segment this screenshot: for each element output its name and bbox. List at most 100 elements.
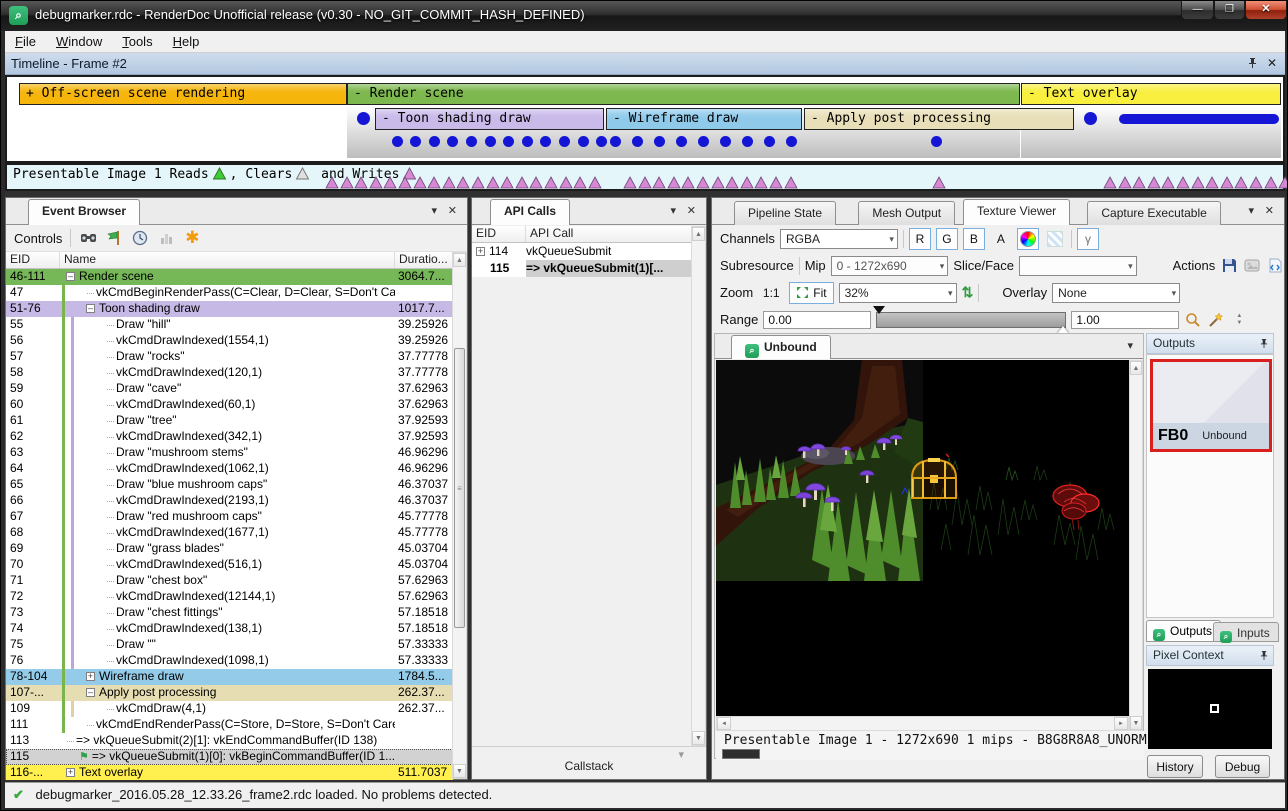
scroll-right-icon[interactable]: ► bbox=[1114, 717, 1128, 730]
timeline-bar[interactable]: - Render scene bbox=[347, 83, 1020, 105]
colorwheel-button[interactable] bbox=[1017, 228, 1039, 250]
event-row[interactable]: 74····vkCmdDrawIndexed(138,1)57.18518 bbox=[6, 621, 453, 637]
title-bar[interactable]: ⌕ debugmarker.rdc - RenderDoc Unofficial… bbox=[1, 1, 1288, 31]
texture-horizontal-scrollbar[interactable]: ◄ ► bbox=[716, 716, 1129, 731]
api-calls-scrollbar[interactable]: ▲ ▼ bbox=[691, 226, 706, 746]
draw-event-dot[interactable] bbox=[764, 136, 775, 147]
minimize-button[interactable]: — bbox=[1181, 1, 1214, 20]
maximize-button[interactable]: ❐ bbox=[1214, 1, 1245, 20]
timeline-bar[interactable]: + Off-screen scene rendering bbox=[19, 83, 347, 105]
event-row[interactable]: 47····vkCmdBeginRenderPass(C=Clear, D=Cl… bbox=[6, 285, 453, 301]
tab-unbound-texture[interactable]: ⌕Unbound bbox=[731, 335, 831, 359]
event-row[interactable]: 75····Draw ""57.33333 bbox=[6, 637, 453, 653]
tab-mesh-output[interactable]: Mesh Output bbox=[858, 201, 955, 225]
event-browser-column-header[interactable]: EID Name Duratio... bbox=[6, 252, 453, 269]
debug-button[interactable]: Debug bbox=[1215, 755, 1270, 778]
event-row[interactable]: 60····vkCmdDrawIndexed(60,1)37.62963 bbox=[6, 397, 453, 413]
timeline-bar[interactable]: - Text overlay bbox=[1021, 83, 1281, 105]
draw-event-dot[interactable] bbox=[429, 136, 440, 147]
range-max-input[interactable]: 1.00 bbox=[1071, 311, 1179, 329]
menu-file[interactable]: File bbox=[5, 31, 46, 52]
collapse-icon[interactable]: – bbox=[66, 272, 75, 281]
event-row[interactable]: 107-...–Apply post processing262.37... bbox=[6, 685, 453, 701]
event-row[interactable]: 46-111–Render scene3064.7... bbox=[6, 269, 453, 285]
tab-capture-executable[interactable]: Capture Executable bbox=[1087, 201, 1220, 225]
panel-close-icon[interactable]: ✕ bbox=[448, 205, 457, 217]
event-row[interactable]: 63····Draw "mushroom stems"46.96296 bbox=[6, 445, 453, 461]
event-row[interactable]: 56····vkCmdDrawIndexed(1554,1)39.25926 bbox=[6, 333, 453, 349]
draw-event-dot[interactable] bbox=[742, 136, 753, 147]
draw-event-dot[interactable] bbox=[559, 136, 570, 147]
close-icon[interactable]: ✕ bbox=[1267, 57, 1277, 69]
custom-action-asterisk-icon[interactable]: ✱ bbox=[183, 229, 201, 247]
draw-event-dot[interactable] bbox=[931, 136, 942, 147]
draw-event-dot[interactable] bbox=[447, 136, 458, 147]
tab-api-calls[interactable]: API Calls bbox=[490, 199, 570, 225]
expand-icon[interactable]: + bbox=[66, 768, 75, 777]
column-duration[interactable]: Duratio... bbox=[395, 252, 453, 268]
tab-texture-viewer[interactable]: Texture Viewer bbox=[963, 199, 1070, 225]
menu-window[interactable]: Window bbox=[46, 31, 112, 52]
texture-image-viewport[interactable] bbox=[716, 360, 1129, 716]
history-button[interactable]: History bbox=[1147, 755, 1203, 778]
timeline-bar[interactable]: - Apply post processing bbox=[804, 108, 1074, 130]
panel-menu-icon[interactable]: ▾ bbox=[1248, 205, 1254, 217]
pin-icon[interactable] bbox=[1260, 650, 1268, 662]
menu-tools[interactable]: Tools bbox=[112, 31, 162, 52]
alpha-checker-button[interactable] bbox=[1044, 228, 1066, 250]
scroll-left-icon[interactable]: ◄ bbox=[717, 717, 731, 730]
green-channel-button[interactable]: G bbox=[936, 228, 958, 250]
texture-vertical-scrollbar[interactable]: ▲ ▼ bbox=[1129, 360, 1143, 731]
draw-event-dot[interactable] bbox=[540, 136, 551, 147]
draw-event-dot[interactable] bbox=[610, 136, 621, 147]
channels-select[interactable]: RGBA bbox=[780, 229, 898, 249]
event-row[interactable]: 64····vkCmdDrawIndexed(1062,1)46.96296 bbox=[6, 461, 453, 477]
spinner-down-icon[interactable]: ▼ bbox=[1236, 320, 1242, 326]
blue-channel-button[interactable]: B bbox=[963, 228, 985, 250]
draw-event-dot[interactable] bbox=[720, 136, 731, 147]
collapse-icon[interactable]: – bbox=[86, 304, 95, 313]
expand-icon[interactable]: + bbox=[476, 247, 485, 256]
pin-icon[interactable] bbox=[1248, 57, 1257, 70]
range-slider[interactable] bbox=[876, 312, 1066, 328]
event-row[interactable]: 55····Draw "hill"39.25926 bbox=[6, 317, 453, 333]
draw-event-dot[interactable] bbox=[698, 136, 709, 147]
draw-event-dot[interactable] bbox=[1084, 112, 1097, 125]
scroll-up-icon[interactable]: ▲ bbox=[1130, 361, 1142, 375]
alpha-channel-button[interactable]: A bbox=[990, 228, 1012, 250]
range-min-input[interactable]: 0.00 bbox=[763, 311, 871, 329]
draw-event-dot[interactable] bbox=[632, 136, 643, 147]
time-draws-clock-icon[interactable] bbox=[131, 229, 149, 247]
scrollbar-thumb[interactable]: ≡ bbox=[454, 348, 465, 628]
event-row[interactable]: 70····vkCmdDrawIndexed(516,1)45.03704 bbox=[6, 557, 453, 573]
expand-icon[interactable]: + bbox=[86, 672, 95, 681]
mip-select[interactable]: 0 - 1272x690 bbox=[831, 256, 949, 276]
open-texture-list-icon[interactable] bbox=[1266, 257, 1284, 275]
event-row[interactable]: 58····vkCmdDrawIndexed(120,1)37.77778 bbox=[6, 365, 453, 381]
flip-y-icon[interactable]: ⇅ bbox=[962, 284, 974, 301]
event-row[interactable]: 111····vkCmdEndRenderPass(C=Store, D=Sto… bbox=[6, 717, 453, 733]
event-row[interactable]: 116-...+Text overlay511.7037 bbox=[6, 765, 453, 780]
pin-icon[interactable] bbox=[1260, 338, 1268, 350]
event-row[interactable]: 109····vkCmdDraw(4,1)262.37... bbox=[6, 701, 453, 717]
red-channel-button[interactable]: R bbox=[909, 228, 931, 250]
fb0-thumbnail[interactable]: FB0 Unbound bbox=[1150, 359, 1272, 452]
draw-event-dot[interactable] bbox=[578, 136, 589, 147]
scroll-down-icon[interactable]: ▼ bbox=[453, 764, 466, 778]
collapse-icon[interactable]: – bbox=[86, 688, 95, 697]
event-row[interactable]: 57····Draw "rocks"37.77778 bbox=[6, 349, 453, 365]
scroll-down-icon[interactable]: ▼ bbox=[1130, 716, 1142, 730]
api-call-row[interactable]: +114vkQueueSubmit bbox=[472, 243, 691, 260]
event-row[interactable]: 51-76–Toon shading draw1017.7... bbox=[6, 301, 453, 317]
event-row[interactable]: 68····vkCmdDrawIndexed(1677,1)45.77778 bbox=[6, 525, 453, 541]
draw-event-dot[interactable] bbox=[522, 136, 533, 147]
event-row[interactable]: 62····vkCmdDrawIndexed(342,1)37.92593 bbox=[6, 429, 453, 445]
overlay-select[interactable]: None bbox=[1052, 283, 1180, 303]
slice-face-select[interactable] bbox=[1019, 256, 1137, 276]
zoom-range-icon[interactable] bbox=[1184, 311, 1202, 329]
event-row[interactable]: 71····Draw "chest box"57.62963 bbox=[6, 573, 453, 589]
draw-events-pill[interactable] bbox=[1119, 114, 1279, 124]
find-icon[interactable] bbox=[79, 229, 97, 247]
gamma-button[interactable]: γ bbox=[1077, 228, 1099, 250]
bookmark-flag-icon[interactable] bbox=[105, 229, 123, 247]
